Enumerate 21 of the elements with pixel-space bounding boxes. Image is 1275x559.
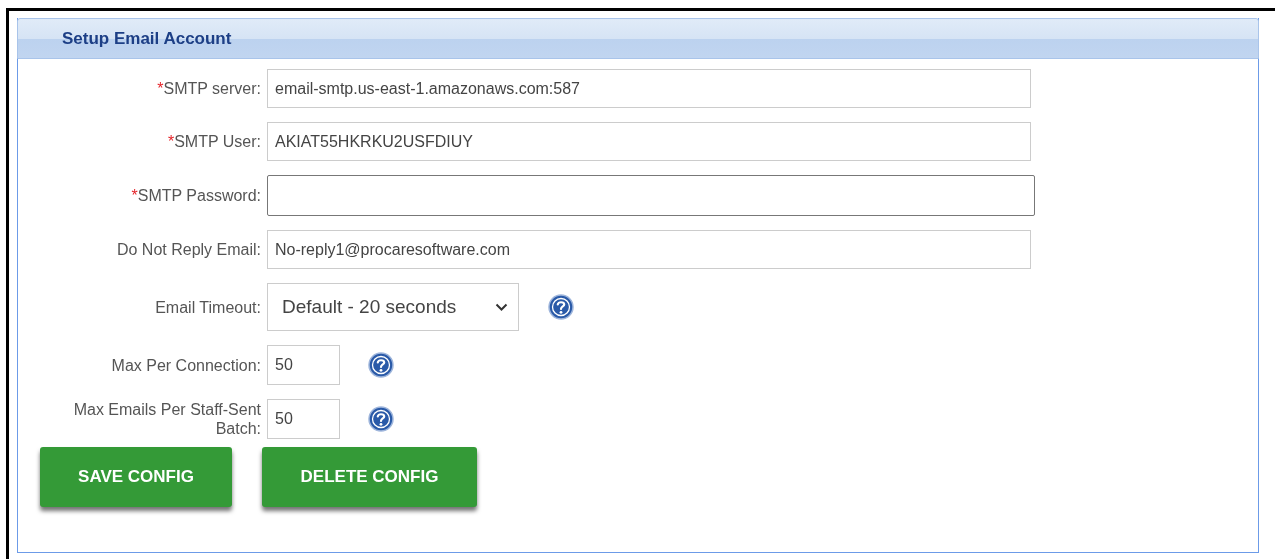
text-field[interactable]: No-reply1@procaresoftware.com <box>267 230 1031 269</box>
text-field[interactable]: AKIAT55HKRKU2USFDIUY <box>267 122 1031 161</box>
text-field[interactable] <box>267 175 1035 216</box>
help-icon[interactable] <box>548 294 574 320</box>
help-icon[interactable] <box>368 352 394 378</box>
panel-title: Setup Email Account <box>62 28 232 49</box>
number-field[interactable]: 50 <box>267 399 340 439</box>
caret-icon <box>495 302 508 312</box>
field-label: Email Timeout: <box>155 297 261 317</box>
field-label: *SMTP User: <box>167 132 261 151</box>
config-button[interactable]: SAVE CONFIG <box>40 447 232 507</box>
timeout-dropdown[interactable]: Default - 20 seconds <box>267 283 519 331</box>
field-label: Max Emails Per Staff-Sent Batch: <box>72 400 261 438</box>
text-field[interactable]: email-smtp.us-east-1.amazonaws.com:587 <box>267 69 1031 108</box>
help-icon[interactable] <box>368 406 394 432</box>
field-label: Do Not Reply Email: <box>116 240 261 259</box>
field-label: *SMTP Password: <box>131 186 261 205</box>
number-field[interactable]: 50 <box>267 345 340 385</box>
config-button[interactable]: DELETE CONFIG <box>262 447 477 507</box>
field-label: *SMTP server: <box>157 79 261 98</box>
field-label: Max Per Connection: <box>111 355 261 375</box>
